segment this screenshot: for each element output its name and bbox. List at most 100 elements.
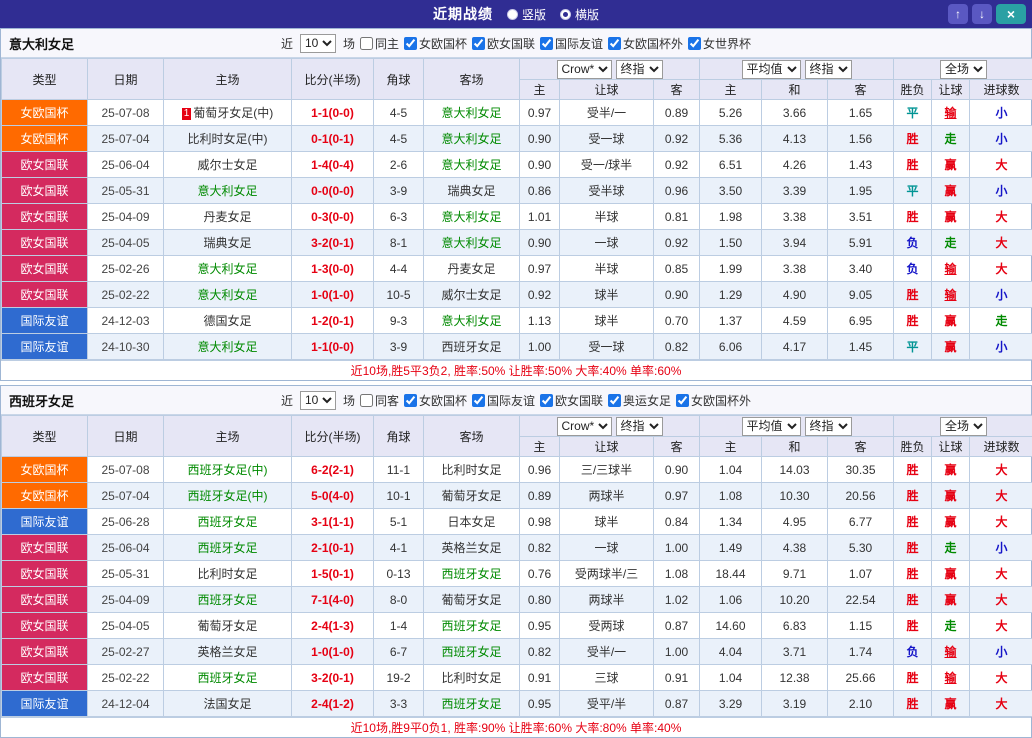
league-filter[interactable]: 欧女国联 xyxy=(472,35,535,52)
league-filter[interactable]: 国际友谊 xyxy=(472,392,535,409)
away-team[interactable]: 西班牙女足 xyxy=(424,639,520,665)
average-select[interactable]: 平均值 xyxy=(742,60,801,79)
match-score[interactable]: 7-1(4-0) xyxy=(292,587,374,613)
match-score[interactable]: 6-2(2-1) xyxy=(292,457,374,483)
match-score[interactable]: 1-2(0-1) xyxy=(292,308,374,334)
match-score[interactable]: 1-1(0-0) xyxy=(292,100,374,126)
move-down-button[interactable]: ↓ xyxy=(972,4,992,24)
away-team[interactable]: 日本女足 xyxy=(424,509,520,535)
result-handicap[interactable]: 赢 xyxy=(932,509,970,535)
average-select[interactable]: 平均值 xyxy=(742,417,801,436)
scope-select[interactable]: 全场 xyxy=(940,417,987,436)
league-filter[interactable]: 女欧国杯 xyxy=(404,392,467,409)
away-team[interactable]: 威尔士女足 xyxy=(424,282,520,308)
average-time-select[interactable]: 终指 xyxy=(805,60,852,79)
layout-radio-horizontal[interactable]: 横版 xyxy=(560,6,599,23)
home-team[interactable]: 西班牙女足 xyxy=(164,665,292,691)
home-team[interactable]: 比利时女足 xyxy=(164,561,292,587)
match-score[interactable]: 1-0(1-0) xyxy=(292,639,374,665)
home-team[interactable]: 葡萄牙女足 xyxy=(164,613,292,639)
result-handicap[interactable]: 赢 xyxy=(932,457,970,483)
match-score[interactable]: 3-1(1-1) xyxy=(292,509,374,535)
result-handicap[interactable]: 赢 xyxy=(932,178,970,204)
home-team[interactable]: 意大利女足 xyxy=(164,178,292,204)
home-team[interactable]: 瑞典女足 xyxy=(164,230,292,256)
league-filter-checkbox[interactable] xyxy=(540,394,553,407)
league-filter-checkbox[interactable] xyxy=(472,37,485,50)
match-score[interactable]: 0-1(0-1) xyxy=(292,126,374,152)
home-team[interactable]: 意大利女足 xyxy=(164,334,292,360)
match-score[interactable]: 0-0(0-0) xyxy=(292,178,374,204)
away-team[interactable]: 葡萄牙女足 xyxy=(424,587,520,613)
away-team[interactable]: 西班牙女足 xyxy=(424,334,520,360)
match-score[interactable]: 1-1(0-0) xyxy=(292,334,374,360)
result-handicap[interactable]: 赢 xyxy=(932,152,970,178)
away-team[interactable]: 比利时女足 xyxy=(424,457,520,483)
scope-select[interactable]: 全场 xyxy=(940,60,987,79)
result-handicap[interactable]: 赢 xyxy=(932,204,970,230)
away-team[interactable]: 西班牙女足 xyxy=(424,691,520,717)
away-team[interactable]: 意大利女足 xyxy=(424,308,520,334)
result-handicap[interactable]: 走 xyxy=(932,230,970,256)
away-team[interactable]: 英格兰女足 xyxy=(424,535,520,561)
away-team[interactable]: 丹麦女足 xyxy=(424,256,520,282)
result-handicap[interactable]: 输 xyxy=(932,665,970,691)
match-score[interactable]: 3-2(0-1) xyxy=(292,230,374,256)
league-filter-checkbox[interactable] xyxy=(608,37,621,50)
home-team[interactable]: 比利时女足(中) xyxy=(164,126,292,152)
home-team[interactable]: 英格兰女足 xyxy=(164,639,292,665)
result-handicap[interactable]: 走 xyxy=(932,535,970,561)
home-team[interactable]: 西班牙女足(中) xyxy=(164,457,292,483)
close-button[interactable]: × xyxy=(996,4,1026,24)
away-team[interactable]: 西班牙女足 xyxy=(424,613,520,639)
result-handicap[interactable]: 赢 xyxy=(932,308,970,334)
same-venue-filter-checkbox[interactable] xyxy=(360,394,373,407)
league-filter[interactable]: 女欧国杯外 xyxy=(608,35,683,52)
away-team[interactable]: 意大利女足 xyxy=(424,100,520,126)
move-up-button[interactable]: ↑ xyxy=(948,4,968,24)
away-team[interactable]: 葡萄牙女足 xyxy=(424,483,520,509)
home-team[interactable]: 法国女足 xyxy=(164,691,292,717)
match-score[interactable]: 5-0(4-0) xyxy=(292,483,374,509)
home-team[interactable]: 意大利女足 xyxy=(164,282,292,308)
league-filter[interactable]: 欧女国联 xyxy=(540,392,603,409)
match-score[interactable]: 3-2(0-1) xyxy=(292,665,374,691)
odds-company-select[interactable]: Crow* xyxy=(557,417,612,436)
result-handicap[interactable]: 赢 xyxy=(932,483,970,509)
home-team[interactable]: 西班牙女足 xyxy=(164,535,292,561)
league-filter[interactable]: 国际友谊 xyxy=(540,35,603,52)
match-score[interactable]: 1-3(0-0) xyxy=(292,256,374,282)
match-score[interactable]: 1-4(0-4) xyxy=(292,152,374,178)
league-filter-checkbox[interactable] xyxy=(676,394,689,407)
away-team[interactable]: 意大利女足 xyxy=(424,152,520,178)
result-handicap[interactable]: 走 xyxy=(932,613,970,639)
league-filter-checkbox[interactable] xyxy=(540,37,553,50)
away-team[interactable]: 意大利女足 xyxy=(424,230,520,256)
match-score[interactable]: 2-4(1-3) xyxy=(292,613,374,639)
result-handicap[interactable]: 输 xyxy=(932,639,970,665)
match-score[interactable]: 2-1(0-1) xyxy=(292,535,374,561)
same-venue-filter[interactable]: 同主 xyxy=(360,35,399,52)
average-time-select[interactable]: 终指 xyxy=(805,417,852,436)
recent-count-select[interactable]: 10 xyxy=(300,391,336,410)
result-handicap[interactable]: 赢 xyxy=(932,334,970,360)
away-team[interactable]: 西班牙女足 xyxy=(424,561,520,587)
match-score[interactable]: 2-4(1-2) xyxy=(292,691,374,717)
result-handicap[interactable]: 走 xyxy=(932,126,970,152)
league-filter-checkbox[interactable] xyxy=(688,37,701,50)
result-handicap[interactable]: 赢 xyxy=(932,561,970,587)
home-team[interactable]: 丹麦女足 xyxy=(164,204,292,230)
home-team[interactable]: 西班牙女足 xyxy=(164,509,292,535)
home-team[interactable]: 1葡萄牙女足(中) xyxy=(164,100,292,126)
league-filter[interactable]: 奥运女足 xyxy=(608,392,671,409)
recent-count-select[interactable]: 10 xyxy=(300,34,336,53)
league-filter[interactable]: 女世界杯 xyxy=(688,35,751,52)
odds-company-select[interactable]: Crow* xyxy=(557,60,612,79)
league-filter-checkbox[interactable] xyxy=(404,394,417,407)
league-filter-checkbox[interactable] xyxy=(404,37,417,50)
home-team[interactable]: 西班牙女足(中) xyxy=(164,483,292,509)
league-filter[interactable]: 女欧国杯外 xyxy=(676,392,751,409)
home-team[interactable]: 意大利女足 xyxy=(164,256,292,282)
layout-radio-vertical[interactable]: 竖版 xyxy=(507,6,546,23)
home-team[interactable]: 西班牙女足 xyxy=(164,587,292,613)
